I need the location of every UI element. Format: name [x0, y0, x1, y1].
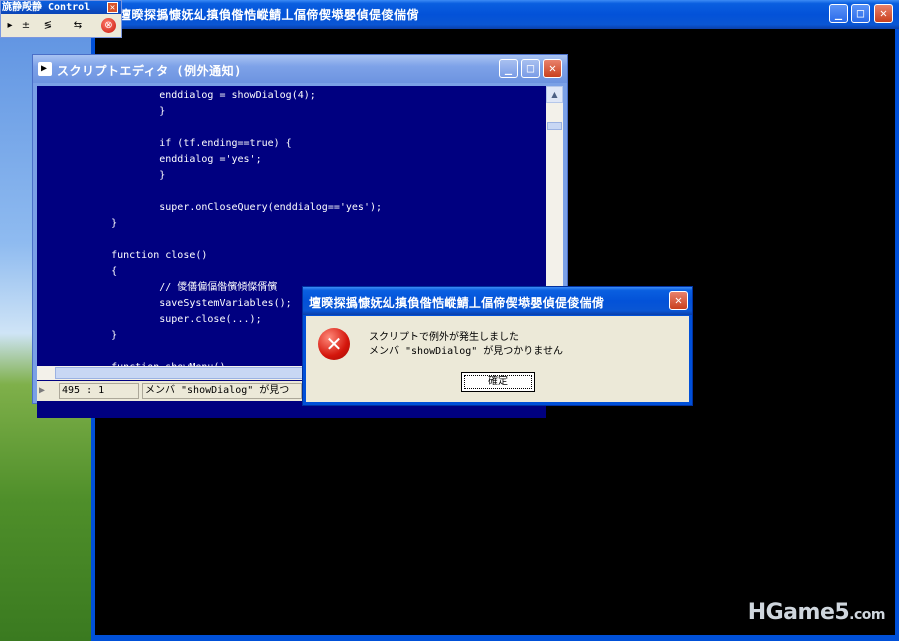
watermark-text: HGame5	[747, 600, 850, 625]
error-dialog: 壇暌探撝慷妩乣搷偩偺悎嵷鯖丄偪偙偰塨嬰偵偍倰偳偝 ✕ ✕ スクリプトで例外が発生…	[302, 286, 693, 406]
dialog-title: 壇暌探撝慷妩乣搷偩偺悎嵷鯖丄偪偙偰塨嬰偵偍倰偳偝	[309, 296, 605, 310]
ok-button[interactable]: 確定	[461, 372, 535, 392]
main-title-bar[interactable]: 壇暌探撝慷妩乣搷偩偺悎嵷鯖丄偪偙偰塨嬰偵偍倰偳偝 _ □ ✕	[91, 0, 899, 29]
error-message-line1: スクリプトで例外が発生しました	[369, 332, 519, 343]
code-line: enddialog ='yes';	[87, 154, 262, 165]
main-close-button[interactable]: ✕	[874, 4, 893, 23]
editor-title-bar[interactable]: ▶ スクリプトエディタ (例外通知) _ □ ✕	[33, 55, 567, 83]
code-line: {	[87, 266, 118, 277]
editor-close-button[interactable]: ✕	[543, 59, 562, 78]
main-minimize-button[interactable]: _	[829, 4, 848, 23]
main-window-title: 壇暌探撝慷妩乣搷偩偺悎嵷鯖丄偪偙偰塨嬰偵偍倰偳偝	[119, 8, 420, 22]
code-line: function close()	[87, 250, 208, 261]
dialog-title-bar[interactable]: 壇暌探撝慷妩乣搷偩偺悎嵷鯖丄偪偙偰塨嬰偵偍倰偳偝 ✕	[303, 287, 692, 315]
minimize-icon: _	[504, 61, 513, 75]
maximize-icon: □	[526, 61, 535, 75]
code-line: if (tf.ending==true) {	[87, 138, 292, 149]
code-line: }	[87, 170, 166, 181]
editor-minimize-button[interactable]: _	[499, 59, 518, 78]
code-line: }	[87, 106, 166, 117]
cursor-position: 495 : 1	[59, 383, 139, 399]
code-line: }	[87, 330, 118, 341]
code-line: }	[87, 218, 118, 229]
switch-icon[interactable]: ⇆	[69, 17, 87, 35]
error-message-line2: メンバ "showDialog" が見つかりません	[369, 346, 563, 357]
toggle-icon[interactable]: ≶	[39, 17, 57, 35]
watermark-logo: HGame5.com	[747, 600, 886, 625]
code-line: super.onCloseQuery(enddialog=='yes');	[87, 202, 383, 213]
code-line: enddialog = showDialog(4);	[87, 90, 316, 101]
scroll-up-icon[interactable]: ▲	[546, 86, 563, 103]
editor-app-icon: ▶	[38, 62, 52, 76]
code-line: // 儍僐偏偪偺儐傾儏偦儐	[87, 282, 278, 293]
close-icon: ✕	[548, 61, 557, 75]
maximize-icon: □	[856, 6, 865, 20]
play-icon[interactable]: ▶	[39, 385, 45, 396]
dialog-close-button[interactable]: ✕	[669, 291, 688, 310]
editor-title: スクリプトエディタ (例外通知)	[57, 64, 242, 78]
close-icon: ✕	[879, 6, 888, 20]
control-title-bar[interactable]: 旐静殸静 Control ✕	[1, 1, 121, 14]
error-icon: ✕	[318, 328, 350, 360]
control-palette: 旐静殸静 Control ✕ ▸ ± ≶ ⇆ ⊗	[0, 0, 122, 38]
status-message: メンバ "showDialog" が見つ	[142, 383, 302, 399]
close-icon: ✕	[674, 293, 683, 307]
control-title: 旐静殸静 Control	[2, 2, 91, 13]
code-line: super.close(...);	[87, 314, 262, 325]
code-line: saveSystemVariables();	[87, 298, 292, 309]
stop-icon[interactable]: ⊗	[101, 18, 116, 33]
dialog-body: ✕ スクリプトで例外が発生しました メンバ "showDialog" が見つかり…	[306, 316, 689, 402]
plus-minus-icon[interactable]: ±	[17, 17, 35, 35]
control-close-button[interactable]: ✕	[107, 2, 118, 13]
editor-maximize-button[interactable]: □	[521, 59, 540, 78]
watermark-suffix: .com	[849, 607, 885, 623]
scroll-thumb[interactable]	[547, 122, 562, 130]
main-maximize-button[interactable]: □	[851, 4, 870, 23]
minimize-icon: _	[834, 6, 843, 20]
control-toolbar: ▸ ± ≶ ⇆ ⊗	[1, 17, 121, 35]
